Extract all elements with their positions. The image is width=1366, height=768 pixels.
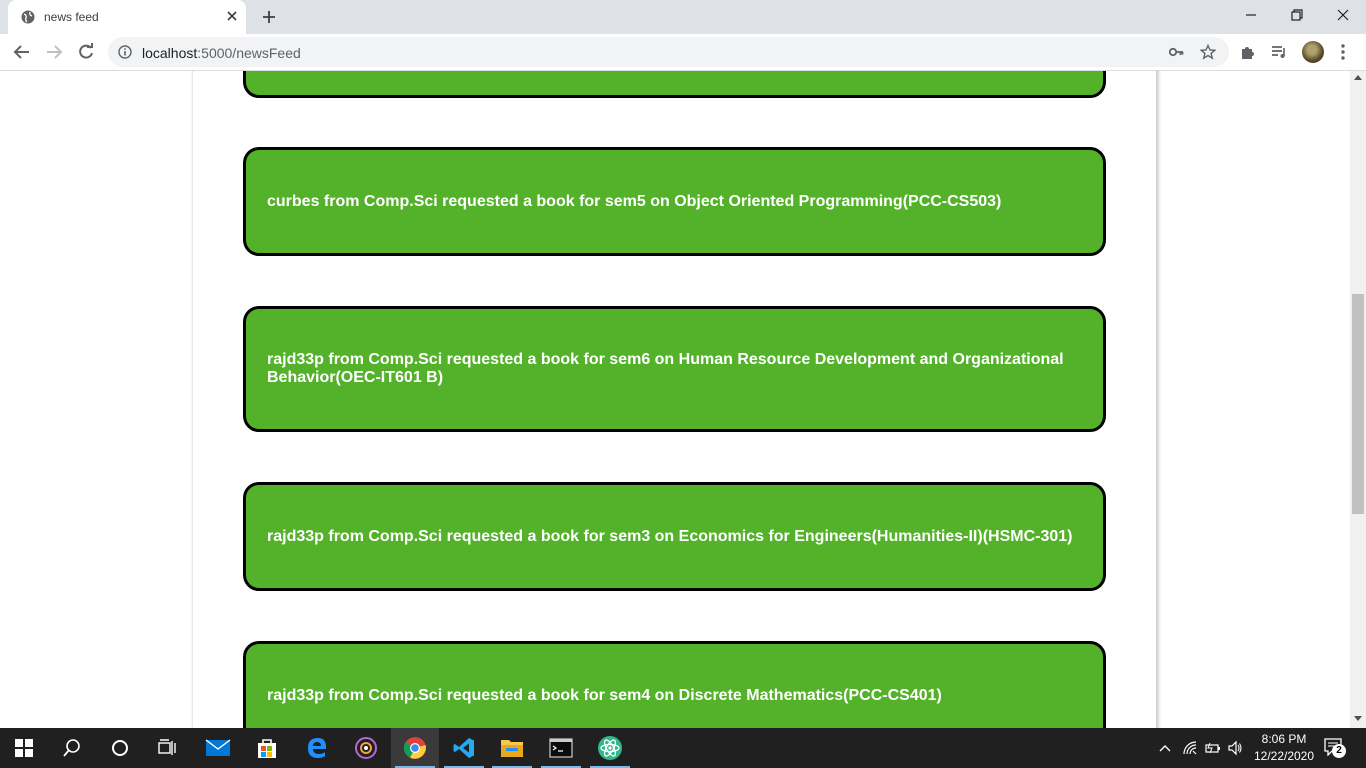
- restore-icon[interactable]: [1290, 8, 1304, 22]
- search-button[interactable]: [48, 728, 96, 768]
- tab-title: news feed: [44, 10, 99, 24]
- page-scrollbar[interactable]: [1350, 71, 1366, 728]
- chrome-app[interactable]: [391, 728, 439, 768]
- wifi-icon[interactable]: [1182, 740, 1198, 756]
- terminal-app[interactable]: [537, 728, 585, 768]
- feed-card: rajd33p from Comp.Sci requested a book f…: [243, 641, 1106, 728]
- feed-card: rajd33p from Comp.Sci requested a book f…: [243, 306, 1106, 432]
- minimize-icon[interactable]: [1244, 8, 1258, 22]
- profile-avatar[interactable]: [1302, 41, 1324, 63]
- feed-card: rajd33p from Comp.Sci requested a book f…: [243, 482, 1106, 591]
- media-app[interactable]: [342, 728, 390, 768]
- key-icon[interactable]: [1168, 44, 1184, 60]
- close-tab-icon[interactable]: [226, 10, 238, 22]
- scrollbar-thumb[interactable]: [1352, 294, 1364, 514]
- task-view-icon: [158, 739, 176, 755]
- clock-date: 12/22/2020: [1253, 749, 1315, 763]
- start-button[interactable]: [0, 728, 48, 768]
- reload-icon[interactable]: [77, 43, 95, 61]
- folder-icon: [501, 740, 523, 757]
- media-player-icon: [355, 737, 377, 759]
- search-icon: [63, 739, 80, 757]
- cortana-circle-icon: [112, 740, 128, 756]
- mail-app[interactable]: [194, 728, 242, 768]
- page-viewport: curbes from Comp.Sci requested a book fo…: [0, 71, 1350, 728]
- url-path: :5000/newsFeed: [197, 45, 301, 61]
- atom-icon: [598, 736, 622, 760]
- notification-count-badge: 2: [1332, 744, 1346, 758]
- windows-taskbar: 8:06 PM 12/22/2020 2: [0, 728, 1366, 768]
- feed-card-text: rajd33p from Comp.Sci requested a book f…: [267, 686, 942, 704]
- browser-toolbar: localhost:5000/newsFeed: [0, 34, 1366, 71]
- task-view-button[interactable]: [144, 728, 192, 768]
- edge-browser-icon: [308, 738, 326, 758]
- scroll-up-arrow-icon[interactable]: [1354, 75, 1362, 80]
- terminal-icon: [549, 738, 573, 758]
- tab-strip: news feed: [0, 0, 1366, 34]
- new-tab-icon[interactable]: [261, 9, 277, 25]
- bookmark-star-icon[interactable]: [1200, 44, 1216, 60]
- file-explorer-app[interactable]: [488, 728, 536, 768]
- feed-card-partial: [243, 71, 1106, 98]
- globe-icon: [21, 10, 35, 24]
- url-text: localhost:5000/newsFeed: [142, 45, 301, 61]
- forward-arrow-icon[interactable]: [45, 43, 63, 61]
- store-bag-icon: [258, 739, 276, 758]
- info-icon[interactable]: [118, 45, 132, 59]
- url-host: localhost: [142, 45, 198, 61]
- more-menu-icon[interactable]: [1340, 43, 1346, 61]
- close-window-icon[interactable]: [1336, 8, 1350, 22]
- store-app[interactable]: [243, 728, 291, 768]
- tab-news-feed[interactable]: news feed: [8, 0, 246, 34]
- system-clock[interactable]: 8:06 PM 12/22/2020: [1246, 731, 1322, 765]
- feed-card-text: curbes from Comp.Sci requested a book fo…: [267, 192, 1002, 210]
- extensions-puzzle-icon[interactable]: [1239, 43, 1257, 61]
- vscode-icon: [453, 738, 474, 758]
- action-center-button[interactable]: 2: [1324, 738, 1346, 758]
- feed-card-text: rajd33p from Comp.Sci requested a book f…: [267, 351, 1064, 386]
- windows-logo-icon: [15, 739, 33, 757]
- address-bar[interactable]: localhost:5000/newsFeed: [108, 37, 1229, 67]
- media-queue-icon[interactable]: [1270, 43, 1288, 61]
- battery-icon[interactable]: [1205, 740, 1221, 756]
- volume-icon[interactable]: [1227, 740, 1243, 756]
- chrome-browser-icon: [403, 737, 426, 759]
- edge-app[interactable]: [293, 728, 341, 768]
- scroll-down-arrow-icon[interactable]: [1354, 716, 1362, 721]
- vscode-app[interactable]: [440, 728, 488, 768]
- clock-time: 8:06 PM: [1261, 732, 1307, 746]
- cortana-button[interactable]: [96, 728, 144, 768]
- atom-app[interactable]: [586, 728, 634, 768]
- feed-card-text: rajd33p from Comp.Sci requested a book f…: [267, 527, 1073, 545]
- feed-card: curbes from Comp.Sci requested a book fo…: [243, 147, 1106, 256]
- back-arrow-icon[interactable]: [13, 43, 31, 61]
- show-hidden-icons-chevron-icon[interactable]: [1157, 740, 1173, 756]
- mail-icon: [205, 739, 231, 756]
